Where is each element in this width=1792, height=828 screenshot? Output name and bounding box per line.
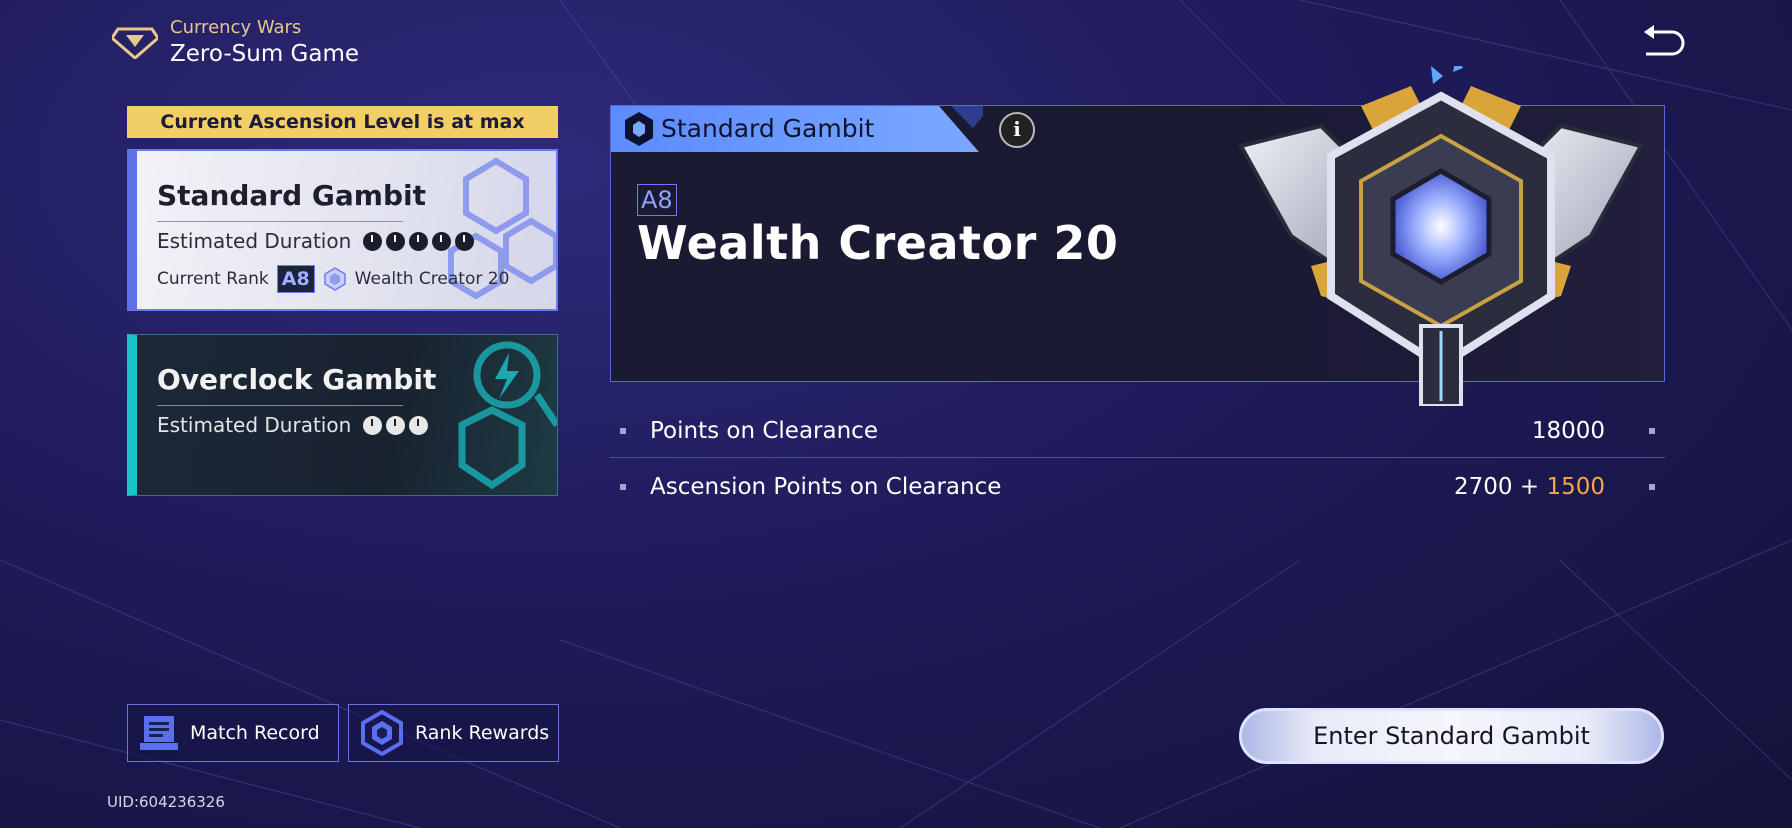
rank-rewards-label: Rank Rewards — [415, 722, 550, 744]
duration-clocks — [363, 231, 475, 251]
clock-icon — [363, 415, 383, 435]
ascension-base: 2700 — [1454, 474, 1513, 500]
divider — [157, 221, 403, 222]
info-button[interactable]: i — [999, 112, 1035, 148]
current-rank-label: Current Rank — [157, 269, 269, 289]
panel-tab-label: Standard Gambit — [661, 114, 875, 143]
bullet — [1649, 484, 1655, 490]
match-record-button[interactable]: Match Record — [127, 704, 339, 762]
panel-rank-badge: A8 — [637, 184, 677, 216]
points-value: 18000 — [1531, 418, 1605, 444]
rank-reward-icon — [361, 710, 403, 756]
ascension-points-row: Ascension Points on Clearance 2700 + 150… — [610, 460, 1665, 514]
standard-gambit-card[interactable]: Standard Gambit Estimated Duration Curre… — [127, 149, 558, 311]
points-on-clearance-row: Points on Clearance 18000 — [610, 405, 1665, 458]
record-icon — [140, 716, 178, 750]
overclock-gambit-card[interactable]: Overclock Gambit Estimated Duration — [127, 334, 558, 496]
rank-name: Wealth Creator 20 — [354, 269, 510, 289]
user-id: UID:604236326 — [107, 793, 225, 811]
current-rank: Current Rank A8 Wealth Creator 20 — [157, 265, 509, 293]
gem-icon — [323, 267, 346, 291]
rank-badge: A8 — [276, 265, 315, 293]
duration-clocks — [363, 415, 429, 435]
ascension-points-value: 2700 + 1500 — [1454, 474, 1605, 500]
lightning-skull-icon — [458, 341, 557, 490]
bullet — [620, 484, 626, 490]
clock-icon — [409, 415, 429, 435]
standard-gambit-title: Standard Gambit — [157, 179, 426, 212]
ascension-bonus: 1500 — [1546, 474, 1605, 500]
ascension-points-label: Ascension Points on Clearance — [650, 474, 1002, 500]
match-record-label: Match Record — [190, 722, 320, 744]
header: Currency Wars Zero-Sum Game — [112, 16, 359, 68]
enter-standard-gambit-button[interactable]: Enter Standard Gambit — [1239, 708, 1664, 764]
clock-icon — [363, 231, 383, 251]
clock-icon — [386, 415, 406, 435]
duration-label: Estimated Duration — [157, 229, 352, 253]
header-subtitle: Currency Wars — [170, 17, 302, 38]
points-label: Points on Clearance — [650, 418, 878, 444]
page-title: Zero-Sum Game — [170, 41, 360, 67]
ascension-max-banner: Current Ascension Level is at max — [127, 106, 558, 138]
ascension-plus: + — [1519, 474, 1540, 500]
bullet — [620, 428, 626, 434]
bullet — [1649, 428, 1655, 434]
standard-duration: Estimated Duration — [157, 229, 475, 253]
overclock-gambit-title: Overclock Gambit — [157, 363, 437, 396]
rank-emblem-icon — [1237, 66, 1645, 406]
overclock-duration: Estimated Duration — [157, 413, 429, 437]
duration-label: Estimated Duration — [157, 413, 352, 437]
clock-icon — [386, 231, 406, 251]
back-arrow-icon[interactable] — [1640, 22, 1686, 62]
gambit-detail-panel: Standard Gambit i A8 Wealth Creator 20 — [610, 66, 1665, 406]
diamond-icon — [112, 27, 158, 59]
rank-rewards-button[interactable]: Rank Rewards — [348, 704, 559, 762]
divider — [157, 405, 403, 406]
clock-icon — [432, 231, 452, 251]
clock-icon — [409, 231, 429, 251]
clock-icon — [455, 231, 475, 251]
panel-rank-title: Wealth Creator 20 — [637, 216, 1119, 270]
